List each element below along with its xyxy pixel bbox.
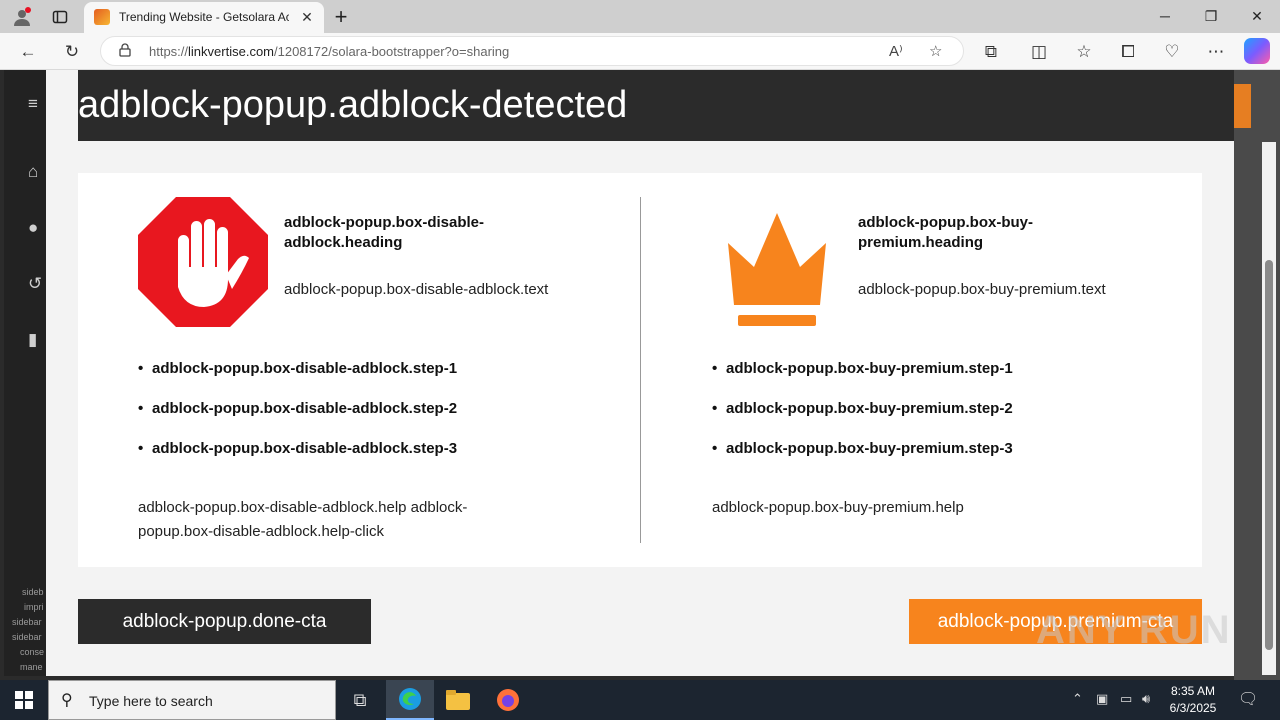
extensions-icon[interactable]: ⧉ (977, 38, 1005, 66)
restore-icon[interactable]: ❐ (1188, 2, 1234, 30)
favorites-icon[interactable]: ☆ (1070, 38, 1098, 66)
list-item: adblock-popup.box-disable-adblock.step-1 (138, 359, 457, 399)
buy-premium-steps: adblock-popup.box-buy-premium.step-1 adb… (712, 359, 1013, 479)
buy-premium-text: adblock-popup.box-buy-premium.text (858, 281, 1106, 298)
url-scheme: https:// (149, 44, 189, 59)
url-host: linkvertise.com (188, 44, 274, 59)
list-item: adblock-popup.box-buy-premium.step-1 (712, 359, 1013, 399)
modal-title: adblock-popup.adblock-detected (78, 84, 628, 126)
tab-active[interactable]: Trending Website - Getsolara Acc ✕ (84, 2, 324, 33)
minimize-icon[interactable]: ─ (1142, 2, 1188, 30)
page-scrollbar[interactable] (1262, 142, 1276, 675)
tab-actions-icon[interactable] (47, 4, 73, 30)
disable-adblock-help[interactable]: adblock-popup.box-disable-adblock.help a… (138, 496, 518, 544)
network-icon[interactable]: ▭ (1120, 691, 1132, 707)
home-icon[interactable]: ⌂ (28, 162, 48, 182)
url-path: /1208172/solara-bootstrapper?o=sharing (274, 44, 510, 59)
back-icon[interactable]: ← (14, 38, 42, 66)
column-divider (640, 197, 641, 543)
taskbar-search[interactable]: ⚲ Type here to search (48, 680, 336, 720)
sidebar-link[interactable]: sideb (22, 587, 44, 597)
new-tab-icon[interactable]: + (328, 4, 354, 30)
sidebar-link[interactable]: conse (20, 647, 44, 657)
list-item: adblock-popup.box-buy-premium.step-2 (712, 399, 1013, 439)
file-explorer-icon[interactable] (434, 680, 482, 720)
search-placeholder: Type here to search (89, 693, 213, 709)
disable-adblock-steps: adblock-popup.box-disable-adblock.step-1… (138, 359, 457, 479)
page-sidebar: ≡ ⌂ ● ↺ ▮ sideb impri sidebar sidebar co… (4, 70, 46, 676)
lock-icon[interactable] (119, 43, 131, 60)
close-window-icon[interactable]: ✕ (1234, 2, 1280, 30)
disable-adblock-heading: adblock-popup.box-disable-adblock.headin… (284, 214, 485, 251)
tray-chevron-icon[interactable]: ⌃ (1072, 691, 1083, 707)
refresh-icon[interactable]: ↻ (58, 38, 86, 66)
buy-premium-help: adblock-popup.box-buy-premium.help (712, 499, 964, 516)
adblock-modal: adblock-popup.adblock-detected adblock-p… (46, 70, 1234, 676)
list-item: adblock-popup.box-disable-adblock.step-3 (138, 439, 457, 479)
list-item: adblock-popup.box-buy-premium.step-3 (712, 439, 1013, 479)
hamburger-menu-icon[interactable]: ≡ (28, 94, 48, 114)
list-item: adblock-popup.box-disable-adblock.step-2 (138, 399, 457, 439)
url-text[interactable]: https://linkvertise.com/1208172/solara-b… (149, 44, 509, 59)
close-tab-icon[interactable]: ✕ (298, 8, 316, 26)
sidebar-link[interactable]: mane (20, 662, 43, 672)
favorite-star-icon[interactable]: ☆ (929, 42, 942, 60)
read-aloud-icon[interactable]: A⁾ (889, 42, 903, 60)
buy-premium-box: adblock-popup.box-buy-premium.heading ad… (712, 173, 1232, 567)
browser-toolbar: ← ↻ https://linkvertise.com/1208172/sola… (0, 33, 1280, 70)
stop-hand-icon (138, 197, 268, 327)
user-icon[interactable]: ● (28, 218, 48, 238)
modal-header: adblock-popup.adblock-detected (78, 70, 1234, 141)
more-menu-icon[interactable]: ⋯ (1202, 38, 1230, 66)
profile-icon[interactable] (9, 4, 35, 30)
firefox-icon[interactable] (484, 680, 532, 720)
site-favicon-icon (94, 9, 110, 25)
windows-taskbar: ⚲ Type here to search ⧉ ⌃ ▣ ▭ 🔊︎ 8:35 AM… (0, 680, 1280, 720)
bookmark-icon[interactable]: ▮ (28, 330, 48, 350)
tab-strip: Trending Website - Getsolara Acc ✕ + ─ ❐… (0, 0, 1280, 33)
clock-date: 6/3/2025 (1169, 701, 1217, 715)
sidebar-link[interactable]: sidebar (12, 632, 42, 642)
search-icon: ⚲ (61, 692, 73, 709)
crown-icon (712, 197, 842, 327)
task-view-icon[interactable]: ⧉ (336, 680, 384, 720)
notifications-icon[interactable]: 🗨︎ (1238, 689, 1258, 709)
copilot-icon[interactable] (1244, 38, 1270, 64)
done-button[interactable]: adblock-popup.done-cta (78, 599, 371, 644)
tab-title: Trending Website - Getsolara Acc (119, 10, 289, 24)
tray-device-icon[interactable]: ▣ (1096, 691, 1108, 707)
split-screen-icon[interactable]: ◫ (1025, 38, 1053, 66)
disable-adblock-box: adblock-popup.box-disable-adblock.headin… (138, 173, 658, 567)
edge-taskbar-icon[interactable] (386, 680, 434, 720)
windows-start-icon[interactable] (0, 680, 48, 720)
taskbar-clock[interactable]: 8:35 AM 6/3/2025 (1160, 683, 1226, 717)
browser-essentials-icon[interactable]: ♡ (1158, 38, 1186, 66)
scrollbar-thumb[interactable] (1265, 260, 1273, 650)
buy-premium-heading: adblock-popup.box-buy-premium.heading (858, 214, 1033, 251)
sidebar-link[interactable]: sidebar (12, 617, 42, 627)
disable-adblock-text: adblock-popup.box-disable-adblock.text (284, 281, 549, 298)
history-icon[interactable]: ↺ (28, 274, 48, 294)
page-orange-button (1234, 84, 1251, 128)
modal-card: adblock-popup.box-disable-adblock.headin… (78, 173, 1202, 567)
anyrun-watermark: ANY RUN (1036, 608, 1232, 652)
clock-time: 8:35 AM (1170, 684, 1216, 698)
collections-icon[interactable]: ⧠ (1114, 38, 1142, 66)
sidebar-link[interactable]: impri (24, 602, 44, 612)
address-bar[interactable]: https://linkvertise.com/1208172/solara-b… (100, 36, 964, 66)
volume-icon[interactable]: 🔊︎ (1142, 691, 1150, 707)
